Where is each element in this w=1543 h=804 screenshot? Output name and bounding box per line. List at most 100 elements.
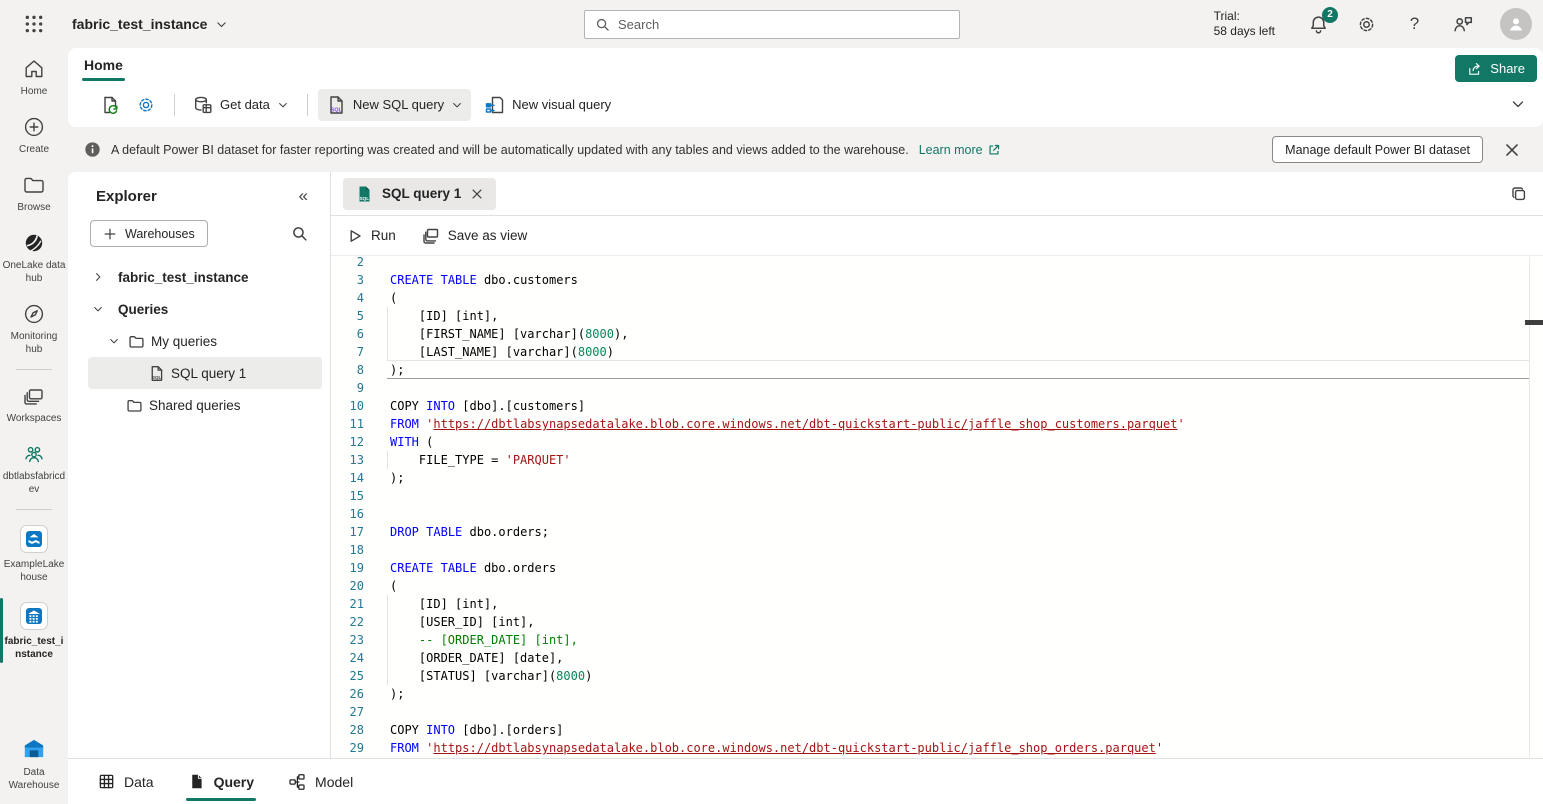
code-line[interactable]: 12WITH (	[331, 433, 1543, 451]
share-button[interactable]: Share	[1455, 55, 1537, 82]
tree-item-queries[interactable]: Queries	[68, 293, 330, 325]
code-line[interactable]: 13 FILE_TYPE = 'PARQUET'	[331, 451, 1543, 469]
rail-item-label: ExampleLakehouse	[2, 558, 66, 584]
code-line[interactable]: 20(	[331, 577, 1543, 595]
chevron-down-icon[interactable]	[108, 335, 120, 347]
code-line[interactable]: 21 [ID] [int],	[331, 595, 1543, 613]
new-sql-query-button[interactable]: SQL New SQL query	[318, 89, 471, 121]
collapse-explorer-icon[interactable]: «	[299, 186, 308, 206]
rail-item-home[interactable]: Home	[0, 48, 68, 106]
code-line[interactable]: 5 [ID] [int],	[331, 307, 1543, 325]
info-icon	[84, 141, 101, 158]
rail-item-data-warehouse[interactable]: Data Warehouse	[0, 727, 68, 800]
chevron-right-icon[interactable]	[92, 271, 104, 283]
account-avatar[interactable]	[1500, 8, 1532, 40]
query-tab[interactable]: SQL SQL query 1	[343, 178, 496, 210]
tab-home[interactable]: Home	[82, 53, 125, 77]
app-launcher-icon[interactable]	[24, 14, 44, 34]
people-icon	[22, 442, 46, 466]
code-line[interactable]: 19CREATE TABLE dbo.orders	[331, 559, 1543, 577]
feedback-button[interactable]	[1452, 14, 1473, 35]
code-line[interactable]: 27	[331, 703, 1543, 721]
plus-icon	[103, 227, 117, 241]
code-line[interactable]: 4(	[331, 289, 1543, 307]
svg-text:SQL: SQL	[360, 196, 370, 201]
banner-close-icon[interactable]	[1503, 141, 1521, 159]
learn-more-link[interactable]: Learn more	[919, 143, 1001, 157]
view-tab-query[interactable]: Query	[186, 769, 256, 794]
onelake-icon	[22, 231, 46, 255]
search-input[interactable]	[618, 17, 949, 32]
code-line[interactable]: 22 [USER_ID] [int],	[331, 613, 1543, 631]
explorer-title: Explorer	[96, 188, 157, 205]
refresh-dataset-button[interactable]	[92, 89, 128, 121]
chevron-down-icon	[277, 99, 289, 111]
code-line[interactable]: 2	[331, 257, 1543, 271]
run-button[interactable]: Run	[347, 228, 396, 244]
code-text: FILE_TYPE = 'PARQUET'	[390, 451, 571, 469]
get-data-button[interactable]: Get data	[185, 89, 297, 121]
chevron-down-icon[interactable]	[92, 303, 104, 315]
manage-default-dataset-button[interactable]: Manage default Power BI dataset	[1272, 136, 1483, 163]
tree-item-sql-query-1[interactable]: SQL SQL query 1	[88, 357, 322, 389]
code-line[interactable]: 3CREATE TABLE dbo.customers	[331, 271, 1543, 289]
new-warehouse-button[interactable]: Warehouses	[90, 220, 208, 247]
rail-item-onelake-data-hub[interactable]: OneLake data hub	[0, 222, 68, 293]
code-line[interactable]: 16	[331, 505, 1543, 523]
rail-item-dbtlabsfabricdev[interactable]: dbtlabsfabricdev	[0, 433, 68, 504]
rail-item-label: Data Warehouse	[2, 766, 66, 792]
code-text: [ID] [int],	[390, 595, 498, 613]
workspace-switcher[interactable]: fabric_test_instance	[72, 16, 228, 32]
sql-file-icon: SQL	[148, 365, 165, 382]
rail-item-browse[interactable]: Browse	[0, 164, 68, 222]
code-line[interactable]: 17DROP TABLE dbo.orders;	[331, 523, 1543, 541]
rail-item-create[interactable]: Create	[0, 106, 68, 164]
editor-scroll-indicator[interactable]	[1525, 320, 1543, 325]
code-line[interactable]: 18	[331, 541, 1543, 559]
collapse-ribbon-chevron[interactable]	[1510, 96, 1526, 112]
new-visual-query-button[interactable]: New visual query	[477, 89, 619, 121]
code-text: COPY INTO [dbo].[customers]	[390, 397, 585, 415]
code-line[interactable]: 26);	[331, 685, 1543, 703]
code-text: FROM 'https://dbtlabsynapsedatalake.blob…	[390, 739, 1163, 757]
dataset-settings-button[interactable]	[128, 89, 164, 121]
code-line[interactable]: 11FROM 'https://dbtlabsynapsedatalake.bl…	[331, 415, 1543, 433]
view-tab-data[interactable]: Data	[96, 769, 156, 794]
settings-button[interactable]	[1356, 14, 1377, 35]
rail-item-label: Home	[21, 85, 48, 98]
rail-item-fabric-test-instance[interactable]: fabric_test_instance	[0, 592, 68, 669]
rail-item-monitoring-hub[interactable]: Monitoring hub	[0, 293, 68, 364]
tree-item-warehouse[interactable]: fabric_test_instance	[68, 261, 330, 293]
rail-item-examplelakehouse[interactable]: ExampleLakehouse	[0, 515, 68, 592]
explorer-search-icon[interactable]	[291, 225, 308, 242]
code-line[interactable]: 8);	[331, 361, 1543, 379]
code-line[interactable]: 29FROM 'https://dbtlabsynapsedatalake.bl…	[331, 739, 1543, 757]
tree-item-my-queries[interactable]: My queries	[68, 325, 330, 357]
chevron-down-icon	[215, 18, 228, 31]
line-number: 8	[331, 361, 364, 379]
feedback-icon	[1452, 13, 1474, 35]
code-line[interactable]: 23 -- [ORDER_DATE] [int],	[331, 631, 1543, 649]
data-grid-icon	[98, 773, 115, 790]
code-line[interactable]: 28COPY INTO [dbo].[orders]	[331, 721, 1543, 739]
code-line[interactable]: 24 [ORDER_DATE] [date],	[331, 649, 1543, 667]
code-line[interactable]: 10COPY INTO [dbo].[customers]	[331, 397, 1543, 415]
editor-overview-ruler[interactable]	[1529, 257, 1543, 758]
code-line[interactable]: 25 [STATUS] [varchar](8000)	[331, 667, 1543, 685]
notifications-button[interactable]: 2	[1308, 14, 1329, 35]
code-line[interactable]: 6 [FIRST_NAME] [varchar](8000),	[331, 325, 1543, 343]
code-line[interactable]: 7 [LAST_NAME] [varchar](8000)	[331, 343, 1543, 361]
help-button[interactable]: ?	[1404, 14, 1425, 35]
notification-badge: 2	[1322, 7, 1338, 23]
close-tab-icon[interactable]	[470, 187, 484, 201]
sql-editor[interactable]: 23CREATE TABLE dbo.customers4(5 [ID] [in…	[331, 257, 1543, 758]
view-tab-model[interactable]: Model	[286, 769, 355, 795]
global-search[interactable]	[584, 10, 960, 39]
save-as-view-button[interactable]: Save as view	[422, 227, 528, 245]
code-line[interactable]: 15	[331, 487, 1543, 505]
code-line[interactable]: 14);	[331, 469, 1543, 487]
copy-icon[interactable]	[1510, 185, 1528, 203]
tree-item-shared-queries[interactable]: Shared queries	[68, 389, 330, 421]
rail-item-workspaces[interactable]: Workspaces	[0, 375, 68, 433]
code-line[interactable]: 9	[331, 379, 1543, 397]
